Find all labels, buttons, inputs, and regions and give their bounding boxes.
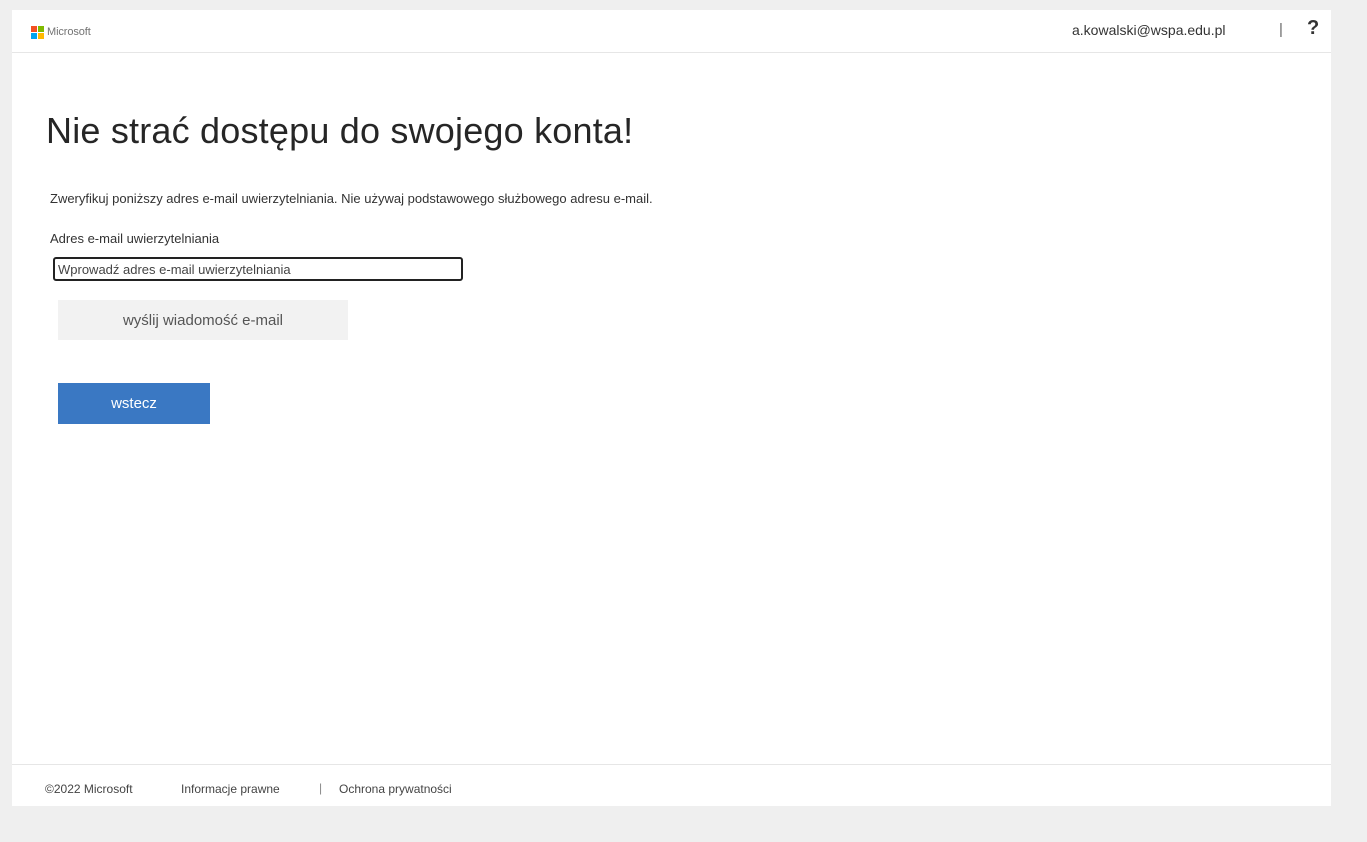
page-title: Nie strać dostępu do swojego konta! (46, 110, 634, 151)
instructions-text: Zweryfikuj poniższy adres e-mail uwierzy… (50, 191, 653, 206)
send-email-button[interactable]: wyślij wiadomość e-mail (58, 300, 348, 340)
legal-info-link[interactable]: Informacje prawne (181, 782, 280, 796)
logo-text: Microsoft (47, 26, 91, 38)
help-icon[interactable]: ? (1307, 17, 1319, 40)
page-panel: Microsoft a.kowalski@wspa.edu.pl | ? Nie… (12, 10, 1331, 806)
auth-email-input[interactable] (53, 257, 463, 281)
footer: ©2022 Microsoft Informacje prawne | Ochr… (12, 764, 1331, 807)
header-divider: | (1279, 21, 1283, 38)
footer-separator: | (319, 781, 323, 795)
microsoft-logo-icon (31, 26, 44, 39)
microsoft-logo: Microsoft (31, 25, 91, 39)
header-bar: Microsoft a.kowalski@wspa.edu.pl | ? (12, 10, 1331, 53)
back-button[interactable]: wstecz (58, 383, 210, 424)
privacy-link[interactable]: Ochrona prywatności (339, 782, 452, 796)
signed-in-user-email: a.kowalski@wspa.edu.pl (1072, 22, 1226, 38)
copyright-text: ©2022 Microsoft (45, 782, 133, 796)
email-field-label: Adres e-mail uwierzytelniania (50, 231, 220, 246)
